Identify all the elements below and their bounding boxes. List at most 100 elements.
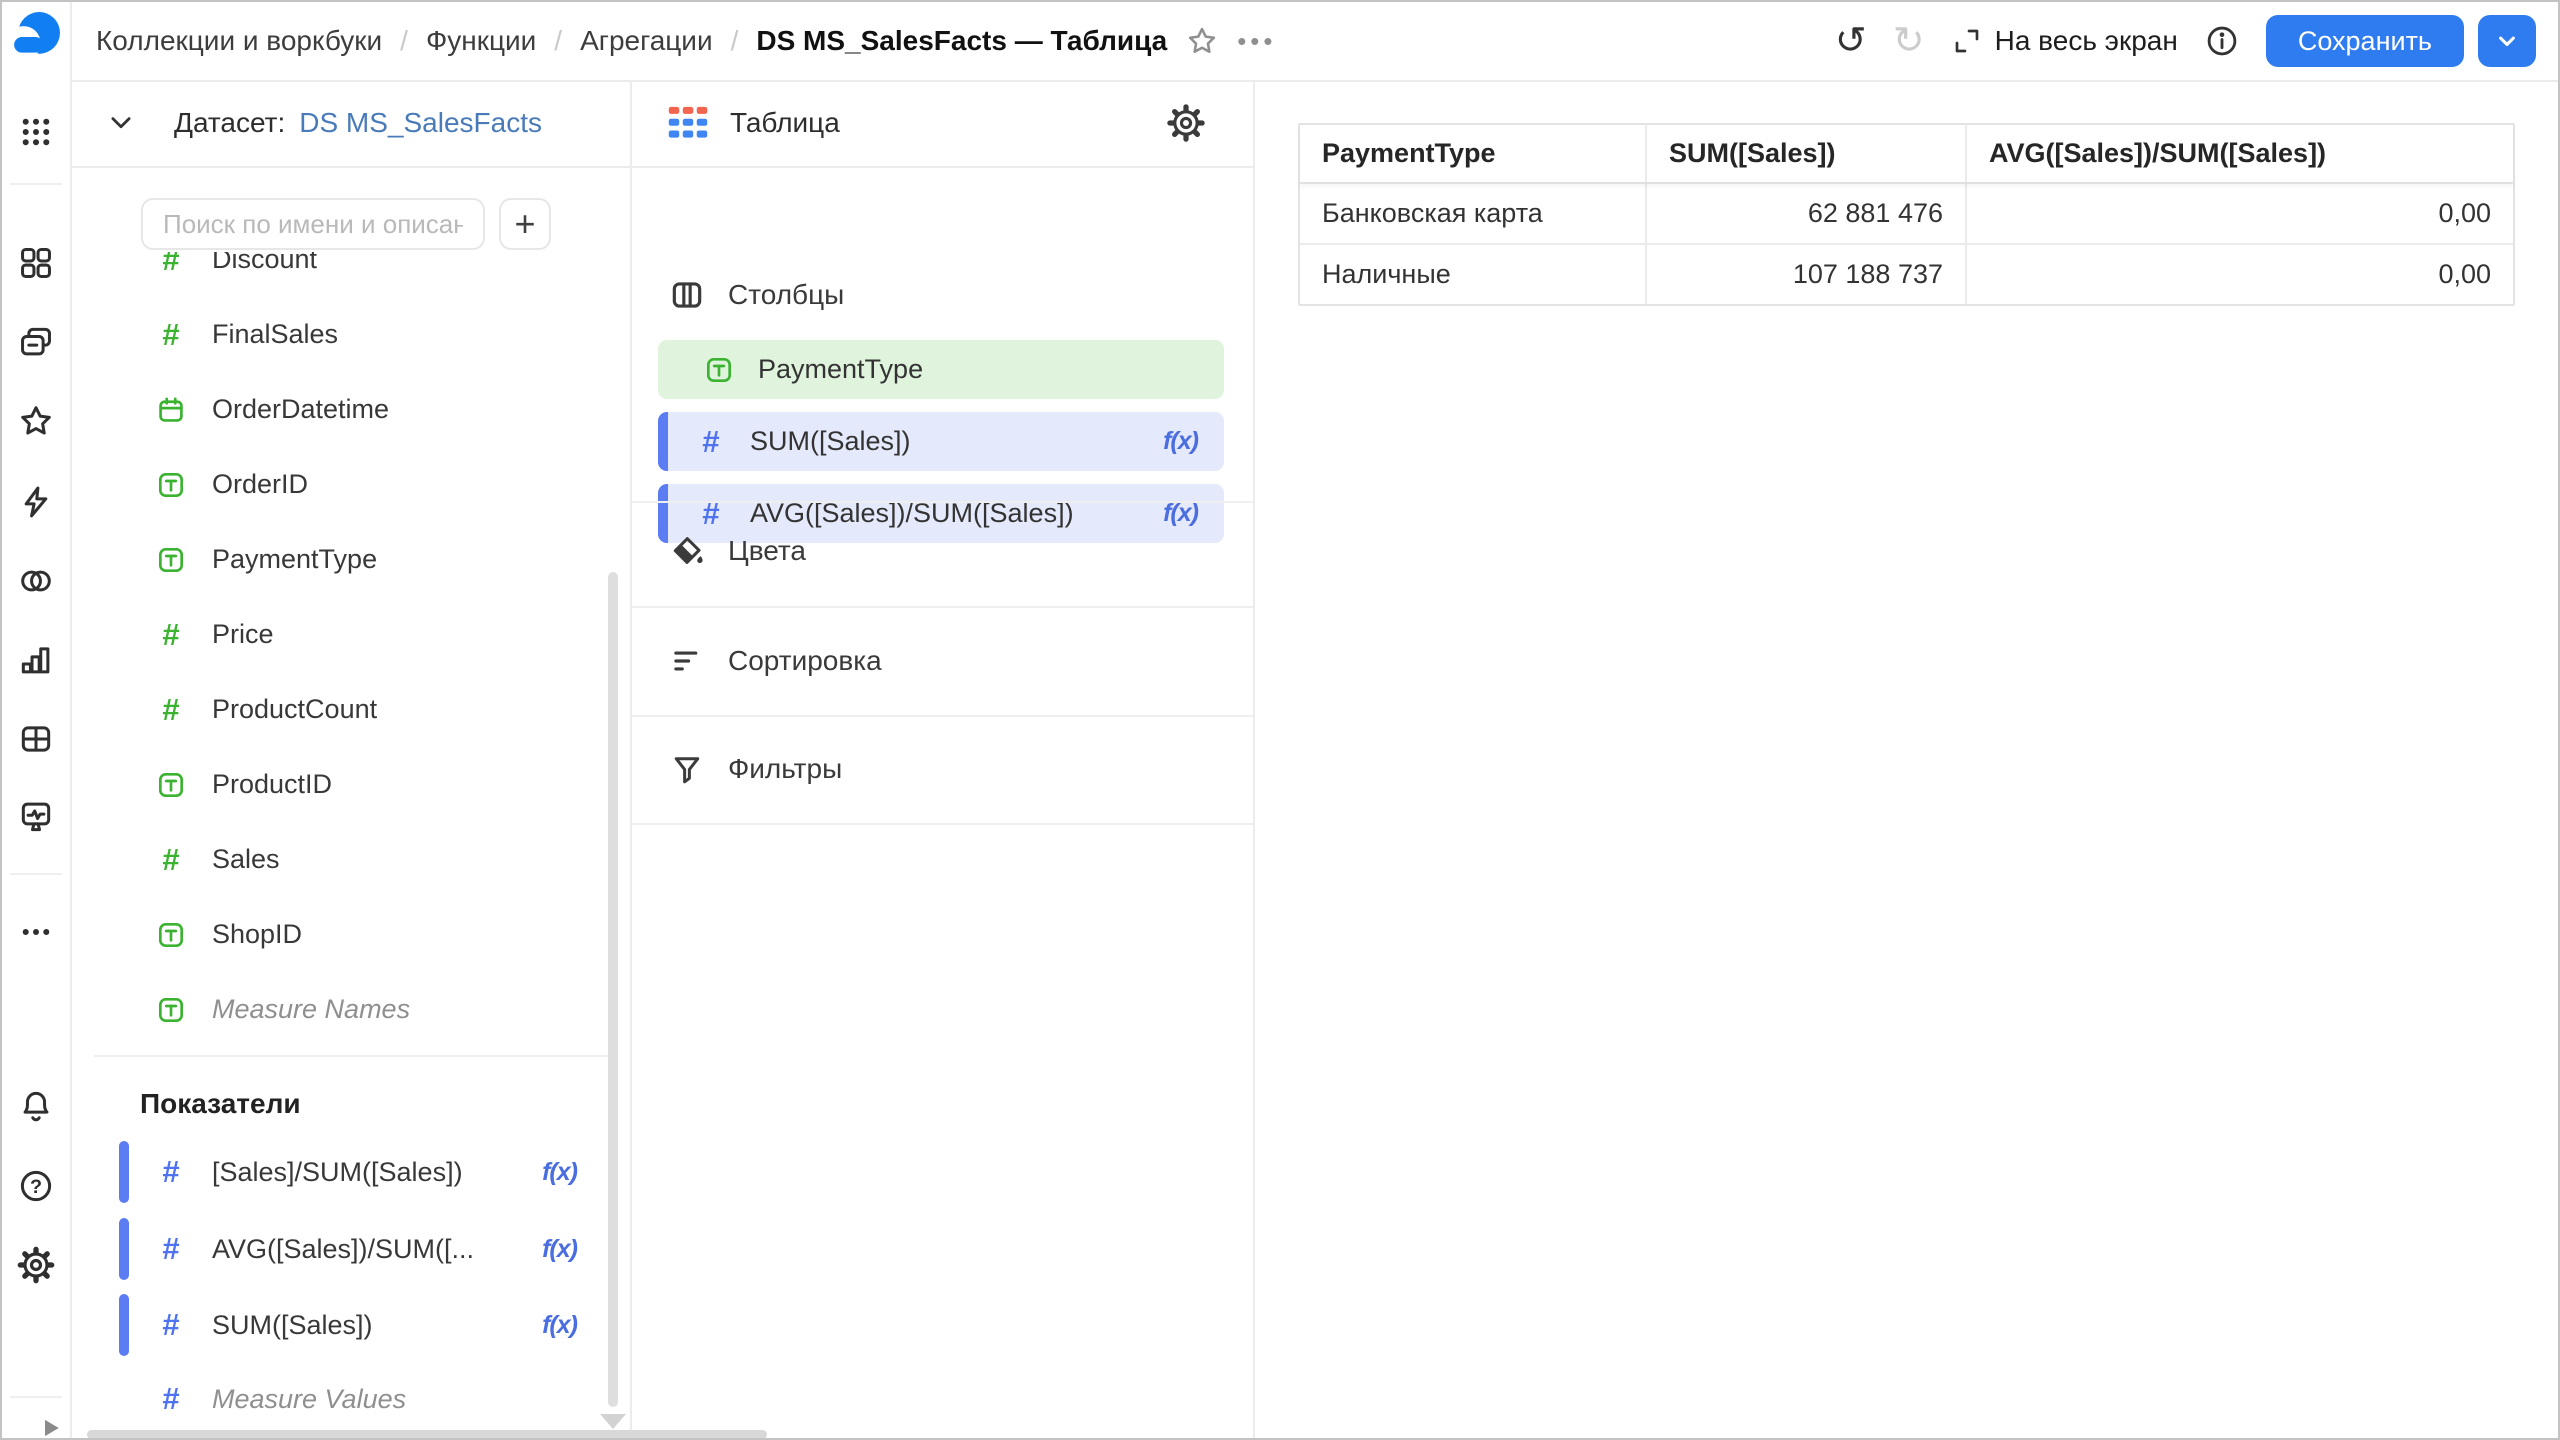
bell-icon[interactable] <box>2 1079 70 1135</box>
panel-divider <box>630 80 632 1438</box>
field-item-orderdatetime[interactable]: OrderDatetime <box>70 372 590 447</box>
field-item-orderid[interactable]: OrderID <box>70 447 590 522</box>
breadcrumb-separator: / <box>400 25 408 57</box>
sorting-section[interactable]: Сортировка <box>668 631 882 691</box>
fullscreen-button[interactable]: На весь экран <box>1951 25 2178 57</box>
lightning-icon[interactable] <box>2 474 70 530</box>
measure-accent-bar <box>658 412 668 471</box>
breadcrumb-collections[interactable]: Коллекции и воркбуки <box>96 25 382 57</box>
monitor-pulse-icon[interactable] <box>2 788 70 844</box>
cell-payment-type: Банковская карта <box>1300 184 1645 243</box>
formula-icon[interactable]: f(x) <box>542 1235 577 1264</box>
vertical-scrollbar[interactable] <box>608 572 618 1407</box>
section-divider <box>632 823 1255 825</box>
field-item-finalsales[interactable]: # FinalSales <box>70 297 590 372</box>
text-field-icon <box>154 544 188 576</box>
field-item-productcount[interactable]: # ProductCount <box>70 672 590 747</box>
formula-icon[interactable]: f(x) <box>1163 499 1198 528</box>
columns-label: Столбцы <box>728 279 844 311</box>
measure-name: Measure Values <box>212 1384 406 1415</box>
chart-type-selector[interactable]: Таблица <box>668 80 840 166</box>
star-icon[interactable] <box>2 393 70 449</box>
datalens-logo[interactable] <box>2 8 70 64</box>
colors-section[interactable]: Цвета <box>668 521 806 581</box>
formula-icon[interactable]: f(x) <box>542 1311 577 1340</box>
section-divider <box>632 606 1255 608</box>
undo-icon[interactable]: ↺ <box>1835 22 1867 60</box>
number-field-icon: # <box>154 842 188 878</box>
rail-divider <box>10 873 62 875</box>
overlap-circles-icon[interactable] <box>2 553 70 609</box>
field-name: ProductID <box>212 769 332 800</box>
column-chip-sum-sales[interactable]: # SUM([Sales]) f(x) <box>658 412 1224 471</box>
scroll-down-icon[interactable] <box>600 1414 626 1429</box>
field-item-price[interactable]: # Price <box>70 597 590 672</box>
field-name: OrderDatetime <box>212 394 389 425</box>
measure-accent-bar <box>119 1141 129 1203</box>
funnel-icon <box>668 750 706 788</box>
search-input[interactable] <box>141 198 485 250</box>
folders-icon[interactable] <box>2 314 70 370</box>
datalens-logo-icon <box>11 11 61 61</box>
measure-item-sum-sales[interactable]: # SUM([Sales]) f(x) <box>119 1294 632 1356</box>
paint-bucket-icon <box>668 532 706 570</box>
number-measure-icon: # <box>154 1154 188 1190</box>
formula-icon[interactable]: f(x) <box>1163 427 1198 456</box>
cell-sum: 62 881 476 <box>1645 184 1965 243</box>
panel-divider <box>1253 80 1255 1438</box>
measure-accent-bar <box>119 1218 129 1280</box>
chart-settings-gear-icon[interactable] <box>1165 102 1207 149</box>
field-name: PaymentType <box>212 544 377 575</box>
number-measure-icon: # <box>154 1231 188 1267</box>
measure-item-sales-sum-ratio[interactable]: # [Sales]/SUM([Sales]) f(x) <box>119 1141 632 1203</box>
help-icon[interactable]: ? <box>2 1158 70 1214</box>
cell-payment-type: Наличные <box>1300 245 1645 304</box>
field-item-measure-names[interactable]: Measure Names <box>70 972 590 1047</box>
measure-item-measure-values[interactable]: # Measure Values <box>119 1368 632 1430</box>
topbar-actions: ↺ ↻ На весь экран Сохранить <box>1835 2 2536 80</box>
field-item-shopid[interactable]: ShopID <box>70 897 590 972</box>
more-dots-icon[interactable] <box>2 904 70 960</box>
field-name: FinalSales <box>212 319 338 350</box>
measure-accent-bar <box>658 484 668 543</box>
breadcrumb-aggregations[interactable]: Агрегации <box>580 25 713 57</box>
measure-item-avg-sum-ratio[interactable]: # AVG([Sales])/SUM([... f(x) <box>119 1218 632 1280</box>
chip-label: PaymentType <box>758 354 923 385</box>
save-button[interactable]: Сохранить <box>2266 15 2464 67</box>
expand-sidebar-icon[interactable] <box>16 1400 84 1440</box>
apps-grid-icon[interactable] <box>2 104 70 160</box>
dataset-selector[interactable]: Датасет: DS MS_SalesFacts <box>70 80 632 168</box>
left-rail: ? <box>2 2 72 1438</box>
add-field-button[interactable]: + <box>499 198 551 250</box>
bar-chart-icon[interactable] <box>2 632 70 688</box>
table-chart-type-icon <box>668 106 708 140</box>
favorite-star-icon[interactable] <box>1185 24 1219 58</box>
horizontal-scrollbar[interactable] <box>87 1430 767 1439</box>
field-name: Measure Names <box>212 994 410 1025</box>
breadcrumb-separator: / <box>554 25 562 57</box>
info-icon[interactable] <box>2204 23 2240 59</box>
field-item-productid[interactable]: ProductID <box>70 747 590 822</box>
measures-section-title: Показатели <box>140 1088 301 1120</box>
breadcrumb: Коллекции и воркбуки / Функции / Агрегац… <box>96 2 1277 80</box>
field-item-sales[interactable]: # Sales <box>70 822 590 897</box>
redo-icon[interactable]: ↻ <box>1893 22 1925 60</box>
settings-gear-icon[interactable] <box>2 1237 70 1293</box>
more-actions-icon[interactable]: ••• <box>1237 26 1276 57</box>
text-field-icon <box>154 469 188 501</box>
field-item-paymenttype[interactable]: PaymentType <box>70 522 590 597</box>
number-measure-icon: # <box>154 1307 188 1343</box>
grid-squares-icon[interactable] <box>2 235 70 291</box>
field-name: OrderID <box>212 469 308 500</box>
dataset-name-link[interactable]: DS MS_SalesFacts <box>299 107 542 139</box>
breadcrumb-functions[interactable]: Функции <box>426 25 536 57</box>
table-grid-icon[interactable] <box>2 711 70 767</box>
formula-icon[interactable]: f(x) <box>542 1158 577 1187</box>
cell-sum: 107 188 737 <box>1645 245 1965 304</box>
save-options-button[interactable] <box>2478 15 2536 67</box>
filters-section[interactable]: Фильтры <box>668 739 842 799</box>
question-glyph: ? <box>30 1176 42 1198</box>
column-chip-paymenttype[interactable]: PaymentType <box>658 340 1224 399</box>
chevron-down-icon <box>2493 27 2521 55</box>
rail-divider <box>10 183 62 185</box>
